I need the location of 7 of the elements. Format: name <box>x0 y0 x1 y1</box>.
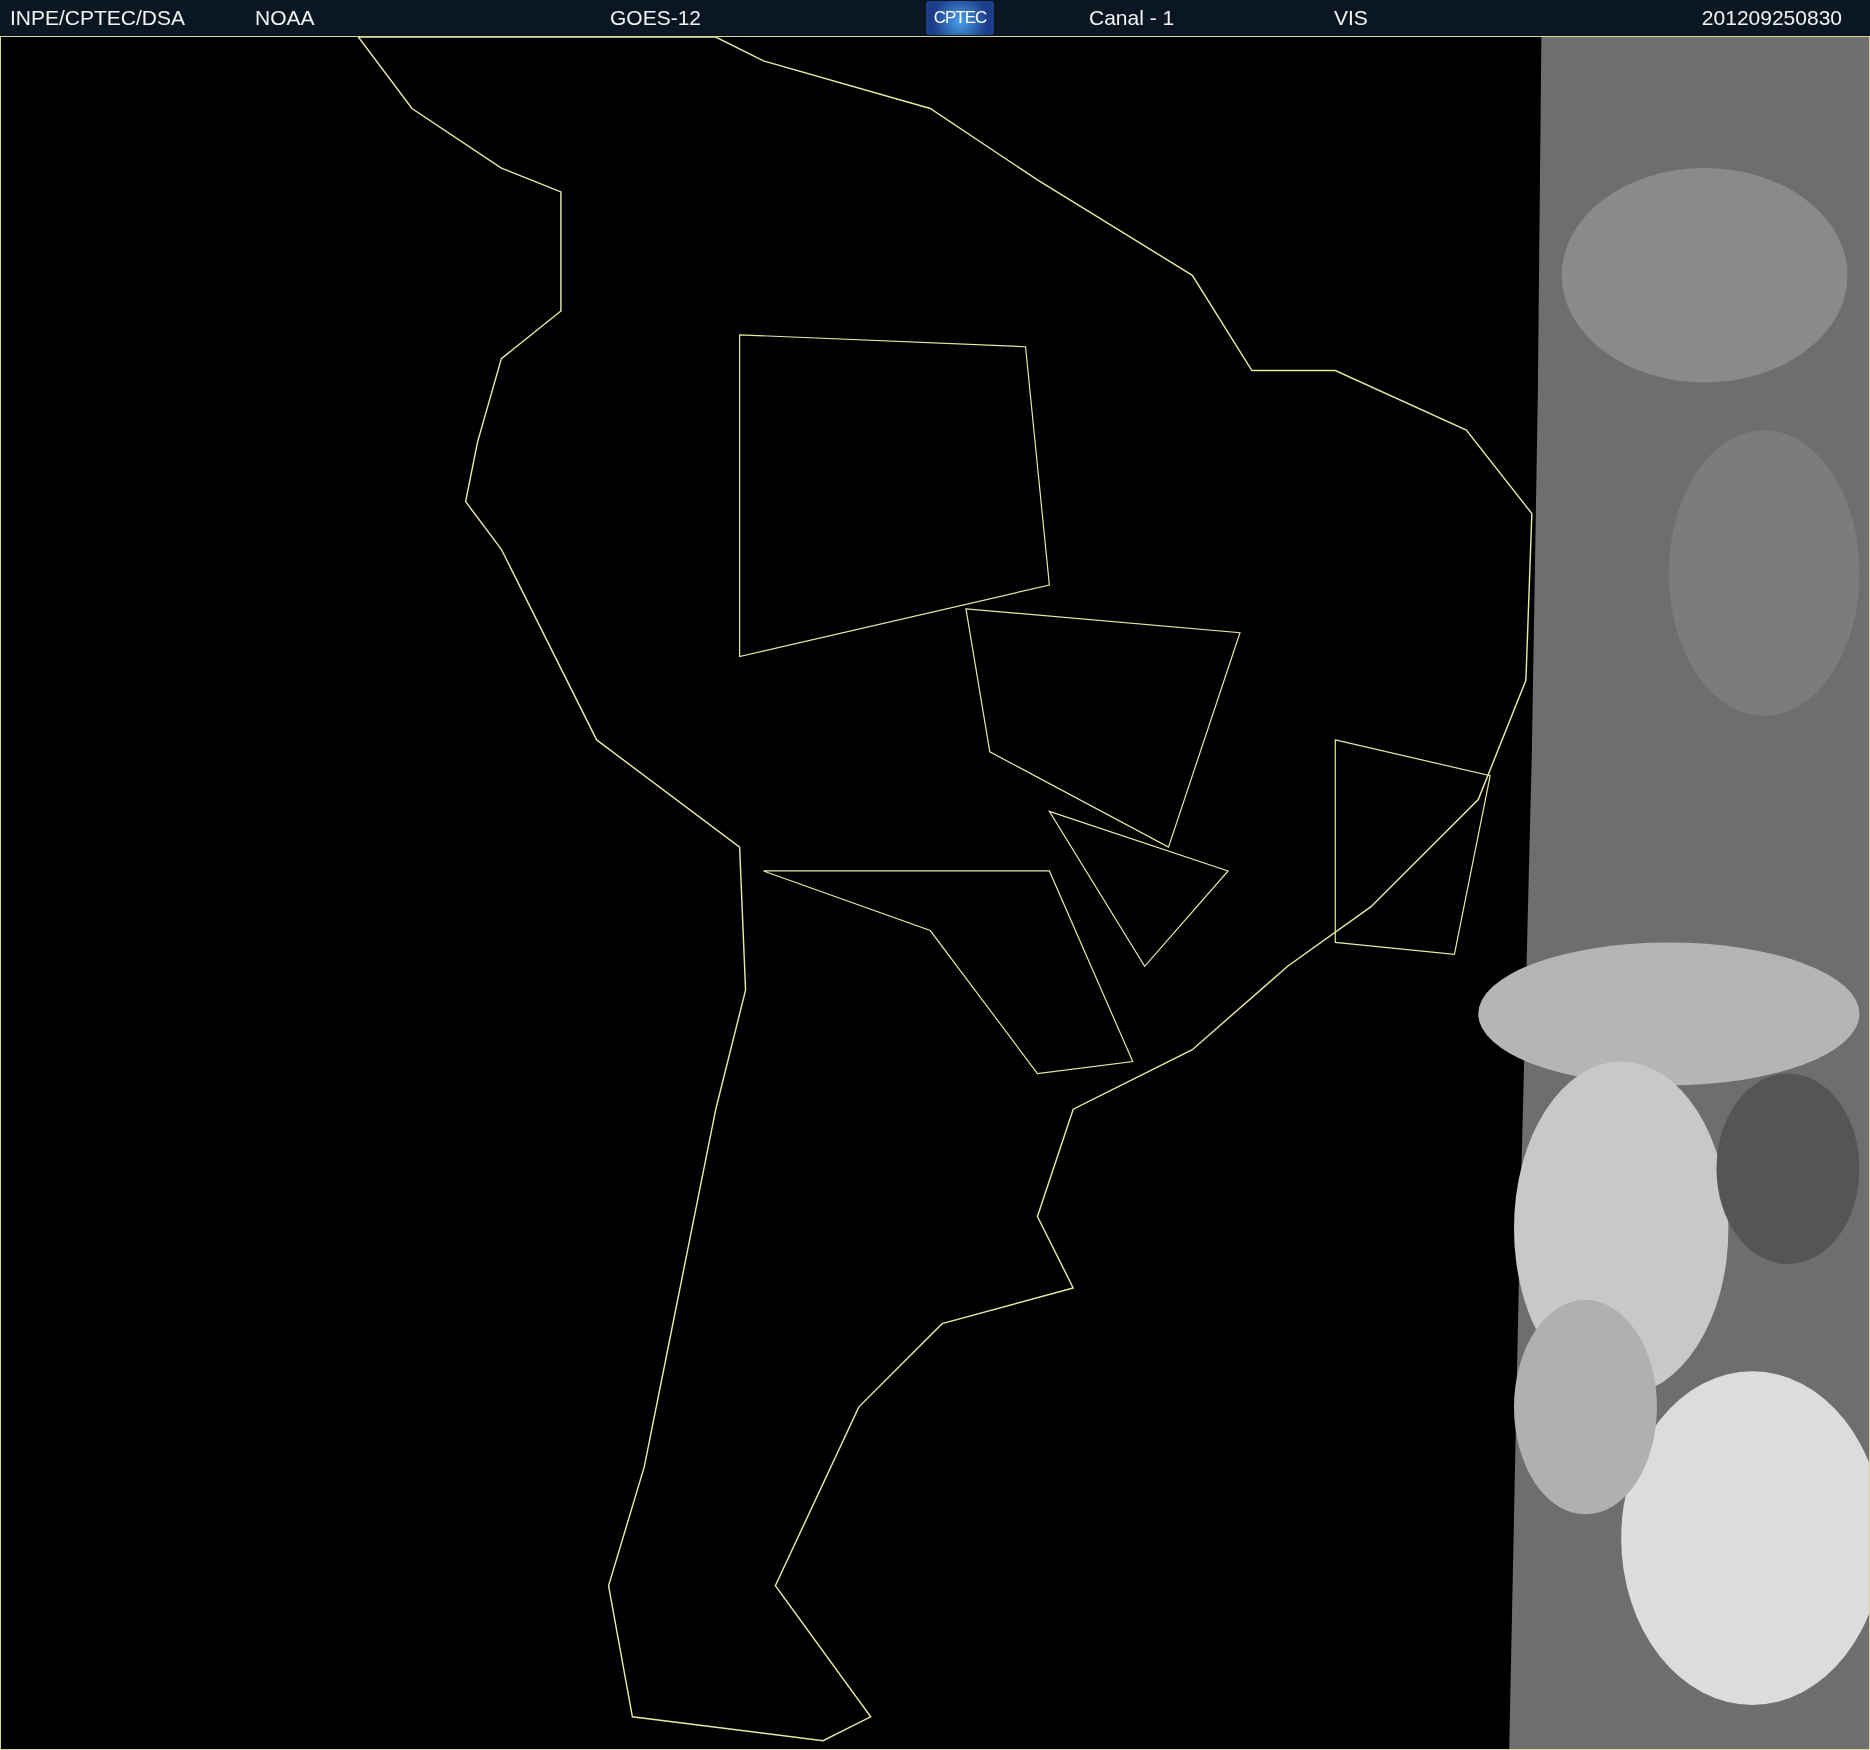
header-label: VIS <box>1334 6 1368 30</box>
header-label: INPE/CPTEC/DSA <box>10 6 186 30</box>
header-label: GOES-12 <box>610 6 702 30</box>
header-label: NOAA <box>255 6 315 30</box>
logo: CPTEC <box>926 1 994 35</box>
header-label: 201209250830 <box>1701 6 1843 30</box>
header-label: Canal - 1 <box>1089 6 1175 30</box>
